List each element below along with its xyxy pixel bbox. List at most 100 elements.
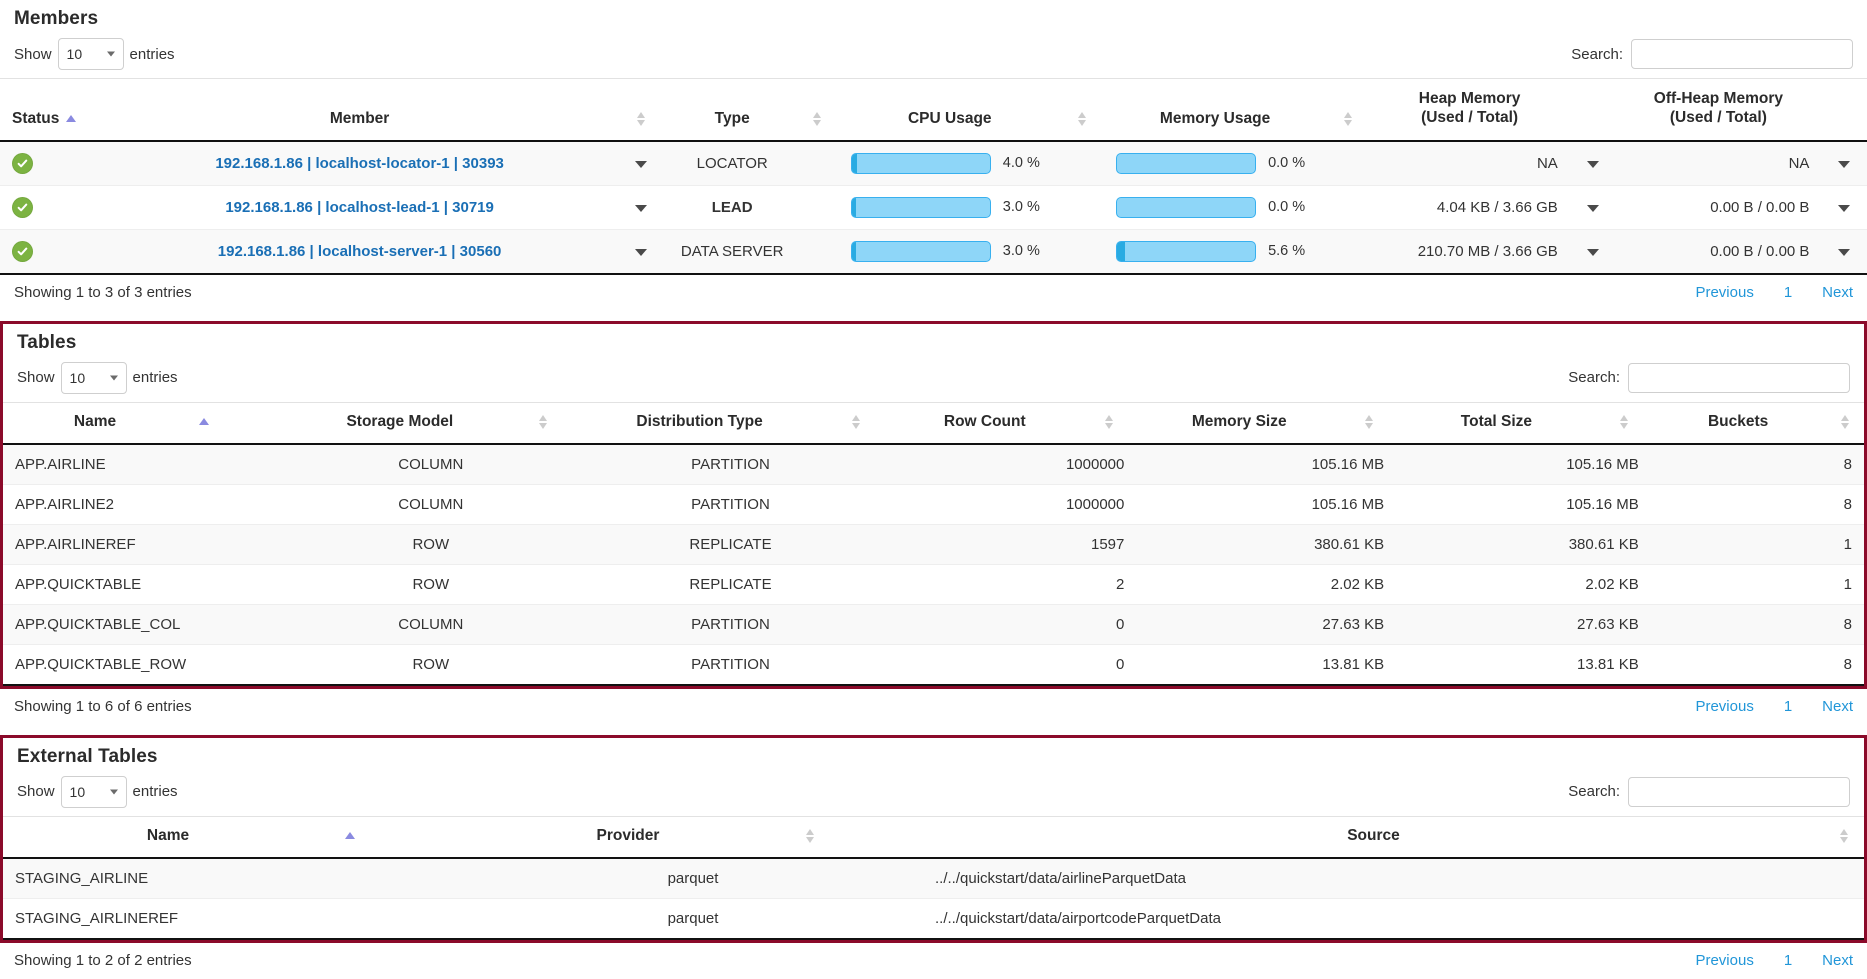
member-name-cell: 192.168.1.86 | localhost-server-1 | 3056… bbox=[105, 229, 614, 275]
tables-buckets-cell: 1 bbox=[1650, 564, 1864, 605]
external-tables-header-row: Name Provider Source bbox=[3, 815, 1864, 859]
members-info: Showing 1 to 3 of 3 entries bbox=[14, 283, 192, 301]
external-col-source-sort[interactable] bbox=[1824, 815, 1864, 859]
tables-distribution-type-cell: PARTITION bbox=[573, 644, 888, 686]
members-section: Members Show 10 entries Search: Status M… bbox=[0, 0, 1867, 311]
tables-col-total-size-label: Total Size bbox=[1460, 412, 1532, 430]
expand-offheap-icon[interactable] bbox=[1838, 204, 1851, 212]
tables-col-memory-size[interactable]: Memory Size bbox=[1136, 401, 1343, 445]
sort-both-icon bbox=[538, 414, 547, 429]
memory-usage-bar bbox=[1116, 240, 1257, 262]
external-col-name[interactable]: Name bbox=[3, 815, 333, 859]
tables-col-memory-size-sort[interactable] bbox=[1342, 401, 1397, 445]
expand-heap-icon[interactable] bbox=[1586, 204, 1599, 212]
members-col-offheap-memory[interactable]: Off-Heap Memory (Used / Total) bbox=[1615, 77, 1822, 142]
members-col-member-sort[interactable] bbox=[613, 77, 669, 142]
external-col-name-sort[interactable] bbox=[333, 815, 463, 859]
members-previous-button[interactable]: Previous bbox=[1695, 284, 1753, 301]
tables-buckets-cell: 8 bbox=[1650, 484, 1864, 525]
members-search-input[interactable] bbox=[1631, 39, 1853, 69]
tables-col-row-count[interactable]: Row Count bbox=[887, 401, 1083, 445]
members-col-cpu-sort[interactable] bbox=[1060, 77, 1105, 142]
tables-show-label: Show bbox=[17, 369, 55, 387]
member-heap-expand-cell bbox=[1569, 185, 1616, 230]
external-col-source[interactable]: Source bbox=[923, 815, 1824, 859]
tables-col-memory-size-label: Memory Size bbox=[1191, 412, 1287, 430]
member-memory-cell: 0.0 % bbox=[1104, 185, 1327, 230]
status-ok-icon bbox=[12, 152, 33, 174]
member-heap-cell: 210.70 MB / 3.66 GB bbox=[1369, 229, 1570, 275]
members-col-type-sort[interactable] bbox=[795, 77, 839, 142]
members-search-label: Search: bbox=[1571, 45, 1623, 63]
members-page-length-select[interactable]: 10 bbox=[57, 38, 124, 70]
members-col-type[interactable]: Type bbox=[668, 77, 796, 142]
tables-page-1-button[interactable]: 1 bbox=[1784, 698, 1792, 715]
members-col-heap-expand bbox=[1569, 77, 1616, 142]
expand-row-icon[interactable] bbox=[635, 204, 648, 212]
tables-col-row-count-sort[interactable] bbox=[1082, 401, 1137, 445]
member-offheap-cell: 0.00 B / 0.00 B bbox=[1615, 229, 1822, 275]
tables-col-total-size-sort[interactable] bbox=[1596, 401, 1651, 445]
member-link[interactable]: 192.168.1.86 | localhost-lead-1 | 30719 bbox=[225, 199, 494, 216]
tables-col-total-size[interactable]: Total Size bbox=[1396, 401, 1597, 445]
tables-total-size-cell: 105.16 MB bbox=[1396, 484, 1651, 525]
tables-search-input[interactable] bbox=[1628, 362, 1850, 393]
expand-offheap-icon[interactable] bbox=[1838, 160, 1851, 168]
expand-heap-icon[interactable] bbox=[1586, 160, 1599, 168]
tables-col-distribution-type[interactable]: Distribution Type bbox=[573, 401, 826, 445]
tables-previous-button[interactable]: Previous bbox=[1695, 698, 1753, 715]
external-col-provider[interactable]: Provider bbox=[463, 815, 793, 859]
external-tables-table-footer: Showing 1 to 2 of 2 entries Previous 1 N… bbox=[0, 943, 1867, 979]
memory-usage-bar bbox=[1116, 152, 1257, 174]
external-tables-search-input[interactable] bbox=[1628, 776, 1850, 807]
external-tables-page-length-select[interactable]: 10 bbox=[60, 775, 127, 808]
tables-table-footer: Showing 1 to 6 of 6 entries Previous 1 N… bbox=[0, 689, 1867, 725]
tables-col-distribution-type-sort[interactable] bbox=[825, 401, 888, 445]
external-col-provider-sort[interactable] bbox=[793, 815, 923, 859]
tables-col-buckets[interactable]: Buckets bbox=[1650, 401, 1826, 445]
tables-col-name-sort[interactable] bbox=[187, 401, 288, 445]
expand-heap-icon[interactable] bbox=[1586, 248, 1599, 256]
external-tables-next-button[interactable]: Next bbox=[1822, 952, 1853, 969]
tables-col-name[interactable]: Name bbox=[3, 401, 188, 445]
member-expand-cell bbox=[613, 140, 669, 186]
table-row: 192.168.1.86 | localhost-locator-1 | 303… bbox=[0, 140, 1867, 186]
members-col-offheap-label-2: (Used / Total) bbox=[1669, 109, 1767, 127]
tables-col-buckets-sort[interactable] bbox=[1825, 401, 1864, 445]
members-col-member[interactable]: Member bbox=[105, 77, 614, 142]
tables-page-length-select[interactable]: 10 bbox=[60, 361, 127, 394]
tables-col-storage-model-sort[interactable] bbox=[511, 401, 574, 445]
external-provider-cell: parquet bbox=[463, 898, 923, 940]
members-entries-label: entries bbox=[129, 45, 175, 63]
members-col-status[interactable]: Status bbox=[0, 77, 106, 142]
tables-table-head: Name Storage Model Distribution Type Row… bbox=[3, 401, 1864, 445]
cpu-usage-bar bbox=[850, 196, 991, 218]
member-link[interactable]: 192.168.1.86 | localhost-locator-1 | 303… bbox=[215, 155, 504, 172]
tables-next-button[interactable]: Next bbox=[1822, 698, 1853, 715]
member-expand-cell bbox=[613, 185, 669, 230]
members-next-button[interactable]: Next bbox=[1822, 284, 1853, 301]
tables-memory-size-cell: 13.81 KB bbox=[1136, 644, 1397, 686]
members-length-group: Show 10 entries bbox=[14, 38, 175, 70]
members-col-heap-memory[interactable]: Heap Memory (Used / Total) bbox=[1369, 77, 1570, 142]
tables-col-storage-model[interactable]: Storage Model bbox=[287, 401, 512, 445]
external-tables-page-1-button[interactable]: 1 bbox=[1784, 952, 1792, 969]
member-link[interactable]: 192.168.1.86 | localhost-server-1 | 3056… bbox=[218, 243, 502, 260]
member-type-spacer bbox=[795, 229, 839, 275]
members-page-1-button[interactable]: 1 bbox=[1784, 284, 1792, 301]
expand-offheap-icon[interactable] bbox=[1838, 248, 1851, 256]
external-tables-previous-button[interactable]: Previous bbox=[1695, 952, 1753, 969]
member-status-cell bbox=[0, 140, 106, 186]
tables-name-cell: APP.AIRLINE2 bbox=[3, 484, 288, 525]
external-tables-info: Showing 1 to 2 of 2 entries bbox=[14, 951, 192, 969]
expand-row-icon[interactable] bbox=[635, 160, 648, 168]
external-tables-show-label: Show bbox=[17, 783, 55, 801]
members-col-memory-sort[interactable] bbox=[1326, 77, 1370, 142]
member-type-spacer bbox=[795, 185, 839, 230]
memory-usage-value: 0.0 % bbox=[1268, 199, 1306, 216]
members-col-memory-usage[interactable]: Memory Usage bbox=[1104, 77, 1327, 142]
members-col-cpu-usage[interactable]: CPU Usage bbox=[838, 77, 1061, 142]
expand-row-icon[interactable] bbox=[635, 248, 648, 256]
external-tables-search-group: Search: bbox=[1568, 776, 1850, 807]
members-col-member-label: Member bbox=[329, 109, 390, 127]
